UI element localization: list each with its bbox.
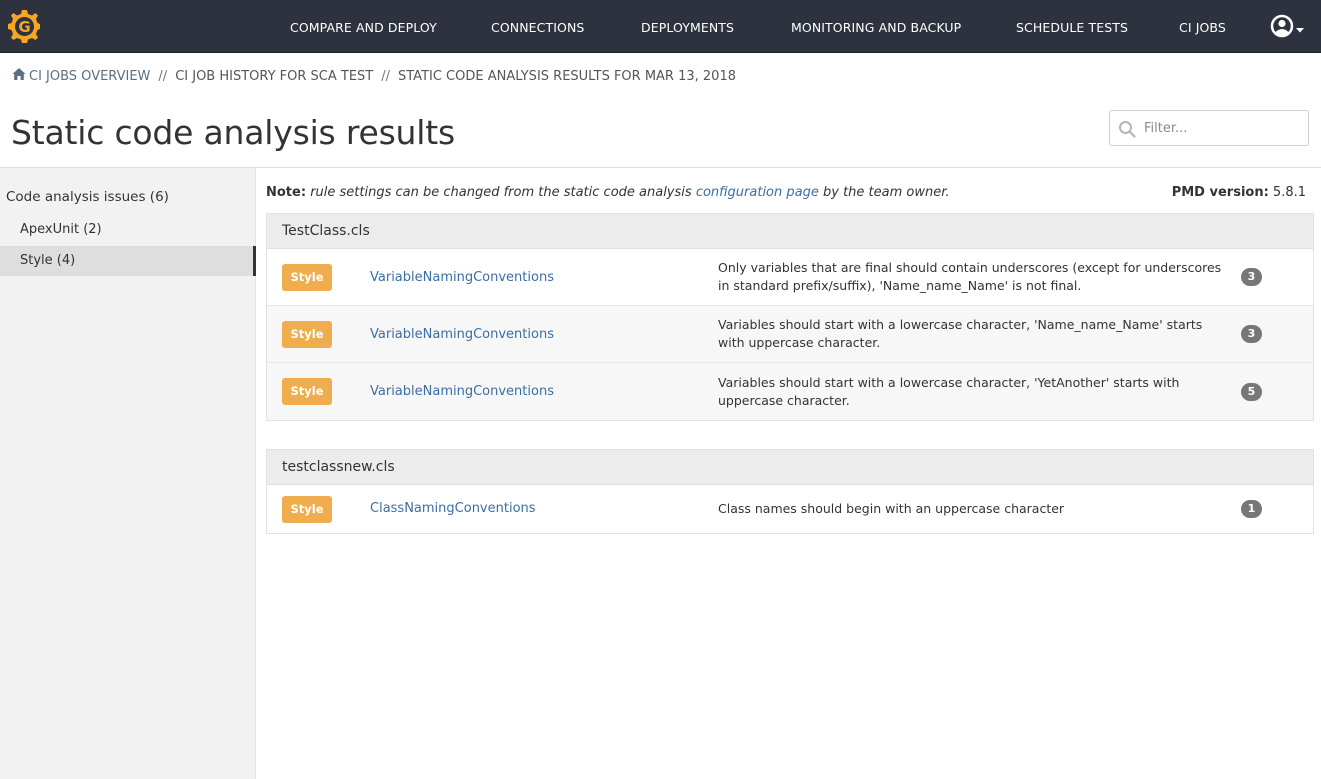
breadcrumb-ci-jobs-overview[interactable]: CI JOBS OVERVIEW (29, 68, 150, 86)
note-text-after: by the team owner. (823, 185, 950, 200)
issue-count-badge: 3 (1241, 268, 1262, 286)
issue-description: Only variables that are final should con… (718, 260, 1222, 293)
logo-letter: G (18, 18, 30, 36)
issue-count-badge: 5 (1241, 382, 1262, 401)
table-row: Style ClassNamingConventions Class names… (267, 485, 1313, 533)
nav-compare-and-deploy[interactable]: COMPARE AND DEPLOY (290, 0, 437, 53)
category-badge[interactable]: Style (282, 264, 332, 291)
breadcrumb-separator: // (381, 68, 390, 84)
category-badge[interactable]: Style (282, 496, 332, 523)
nav-monitoring-and-backup[interactable]: MONITORING AND BACKUP (791, 0, 961, 53)
note-prefix: Note: (266, 185, 307, 200)
nav-deployments[interactable]: DEPLOYMENTS (641, 0, 734, 53)
pmd-version-value: 5.8.1 (1272, 185, 1306, 200)
sidebar-item-style[interactable]: Style (4) (0, 246, 256, 276)
rule-link[interactable]: VariableNamingConventions (370, 363, 554, 420)
pmd-version-label: PMD version: (1171, 185, 1269, 200)
app-logo-icon[interactable]: G (8, 8, 40, 45)
rule-link[interactable]: VariableNamingConventions (370, 249, 554, 306)
pmd-version: PMD version: 5.8.1 (1172, 184, 1306, 202)
rule-link[interactable]: ClassNamingConventions (370, 485, 536, 533)
breadcrumb-separator: // (158, 68, 168, 84)
filter-box[interactable] (1109, 110, 1309, 146)
page-title: Static code analysis results (11, 113, 455, 152)
note-text-before: rule settings can be changed from the st… (310, 185, 692, 200)
issue-count-badge: 1 (1241, 500, 1262, 518)
file-panel-testclass: TestClass.cls Style VariableNamingConven… (266, 213, 1314, 421)
file-name: testclassnew.cls (267, 450, 1313, 485)
breadcrumb-current: STATIC CODE ANALYSIS RESULTS FOR MAR 13,… (398, 68, 736, 84)
issue-count-badge: 3 (1241, 325, 1262, 343)
sidebar-heading[interactable]: Code analysis issues (6) (6, 189, 169, 205)
rule-link[interactable]: VariableNamingConventions (370, 306, 554, 363)
sidebar-item-apexunit[interactable]: ApexUnit (2) (0, 215, 256, 245)
issue-description: Variables should start with a lowercase … (718, 317, 1203, 350)
sidebar: Code analysis issues (6) ApexUnit (2) St… (0, 168, 256, 779)
nav-ci-jobs[interactable]: CI JOBS (1179, 0, 1226, 53)
nav-connections[interactable]: CONNECTIONS (491, 0, 584, 53)
user-account-icon[interactable] (1270, 14, 1308, 40)
search-icon (1119, 121, 1136, 138)
category-badge[interactable]: Style (282, 378, 332, 405)
issue-description: Variables should start with a lowercase … (718, 374, 1180, 408)
issue-description: Class names should begin with an upperca… (718, 501, 1065, 516)
file-name: TestClass.cls (267, 214, 1313, 249)
file-panel-testclassnew: testclassnew.cls Style ClassNamingConven… (266, 449, 1314, 534)
table-row: Style VariableNamingConventions Variable… (267, 363, 1313, 420)
home-icon[interactable] (12, 67, 26, 81)
configuration-page-link[interactable]: configuration page (696, 185, 819, 200)
filter-input[interactable] (1144, 117, 1302, 139)
note-text: Note: rule settings can be changed from … (266, 184, 950, 202)
chevron-down-icon (1296, 28, 1304, 33)
table-row: Style VariableNamingConventions Only var… (267, 249, 1313, 306)
table-row: Style VariableNamingConventions Variable… (267, 306, 1313, 363)
nav-schedule-tests[interactable]: SCHEDULE TESTS (1016, 0, 1128, 53)
top-navbar: G COMPARE AND DEPLOY CONNECTIONS DEPLOYM… (0, 0, 1321, 53)
breadcrumb: CI JOBS OVERVIEW // CI JOB HISTORY FOR SCA… (12, 67, 736, 85)
breadcrumb-ci-job-history[interactable]: CI JOB HISTORY FOR SCA TEST (175, 68, 373, 86)
category-badge[interactable]: Style (282, 321, 332, 348)
